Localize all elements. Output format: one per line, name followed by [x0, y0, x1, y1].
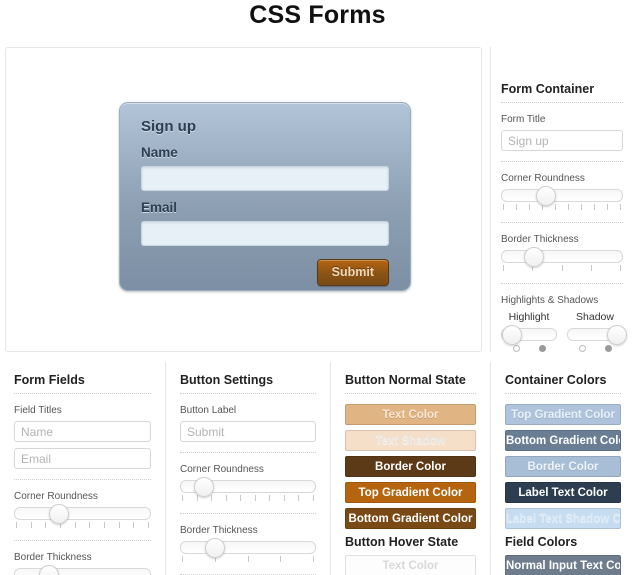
fields-border-thickness-label: Border Thickness	[14, 552, 92, 563]
swatch-button-text-shadow[interactable]: Text Shadow	[345, 430, 476, 451]
form-title-text: Sign up	[141, 118, 196, 135]
highlight-shadow-sliders: Highlight Shadow	[501, 311, 627, 358]
swatch-container-label-text-shadow-color[interactable]: Label Text Shadow Color	[505, 508, 621, 529]
highlights-shadows-label: Highlights & Shadows	[501, 295, 599, 306]
divider	[345, 393, 476, 394]
divider	[180, 452, 316, 453]
swatch-button-hover-text-color[interactable]: Text Color	[345, 555, 476, 575]
container-border-thickness-label: Border Thickness	[501, 234, 579, 245]
button-border-thickness-slider[interactable]	[180, 538, 316, 562]
button-label-input[interactable]	[180, 421, 316, 442]
highlight-label: Highlight	[508, 311, 550, 323]
container-corner-roundness-slider[interactable]	[501, 186, 623, 210]
form-label-name: Name	[141, 145, 178, 160]
form-preview-card: Sign up Name Email Submit	[5, 47, 482, 352]
field-titles-label: Field Titles	[14, 405, 62, 416]
slider-ticks	[501, 345, 557, 352]
divider	[501, 102, 623, 103]
container-corner-roundness-label: Corner Roundness	[501, 173, 585, 184]
field-title-email-input[interactable]	[14, 448, 151, 469]
button-hover-section-title: Button Hover State	[345, 535, 459, 549]
form-label-email: Email	[141, 200, 178, 215]
app-root: CSS Forms Sign up Name Email Submit Form…	[0, 0, 635, 575]
shadow-slider-group: Shadow	[567, 311, 627, 358]
form-title-input[interactable]	[501, 130, 623, 151]
slider-handle[interactable]	[48, 504, 69, 524]
divider	[14, 393, 151, 394]
form-fields-panel: Form Fields Field Titles Corner Roundnes…	[0, 362, 165, 575]
slider-track[interactable]	[180, 477, 316, 497]
swatch-container-label-text-color[interactable]: Label Text Color	[505, 482, 621, 503]
fields-corner-roundness-label: Corner Roundness	[14, 491, 98, 502]
slider-ticks	[501, 204, 623, 210]
fields-corner-roundness-slider[interactable]	[14, 504, 151, 528]
slider-ticks	[180, 556, 316, 562]
slider-track[interactable]	[501, 247, 623, 267]
top-region: Sign up Name Email Submit Form Container…	[0, 36, 635, 358]
button-border-thickness-label: Border Thickness	[180, 525, 258, 536]
form-submit-button[interactable]: Submit	[316, 259, 389, 286]
slider-track[interactable]	[501, 325, 557, 345]
divider	[501, 161, 623, 162]
container-colors-section-title: Container Colors	[505, 373, 607, 387]
swatch-container-top-gradient-color[interactable]: Top Gradient Color	[505, 404, 621, 425]
button-corner-roundness-slider[interactable]	[180, 477, 316, 501]
slider-track[interactable]	[14, 565, 151, 575]
page-title: CSS Forms	[249, 1, 386, 29]
divider	[14, 540, 151, 541]
button-label-field-label: Button Label	[180, 405, 237, 416]
slider-track[interactable]	[567, 325, 627, 345]
highlight-slider-group: Highlight	[501, 311, 557, 358]
slider-handle[interactable]	[205, 538, 226, 558]
divider	[501, 283, 623, 284]
swatch-button-bottom-gradient-color[interactable]: Bottom Gradient Color	[345, 508, 476, 529]
divider	[180, 393, 316, 394]
form-title-field-label: Form Title	[501, 114, 546, 125]
swatch-normal-input-text-color[interactable]: Normal Input Text Color	[505, 555, 621, 575]
fields-border-thickness-slider[interactable]	[14, 565, 151, 575]
form-container-section-title: Form Container	[501, 82, 595, 96]
swatch-button-text-color[interactable]: Text Color	[345, 404, 476, 425]
form-input-name[interactable]	[141, 166, 389, 191]
container-colors-panel: Container Colors Top Gradient Color Bott…	[490, 362, 635, 575]
shadow-label: Shadow	[576, 311, 614, 323]
slider-ticks	[501, 265, 623, 271]
bottom-region: Form Fields Field Titles Corner Roundnes…	[0, 362, 635, 575]
container-border-thickness-slider[interactable]	[501, 247, 623, 271]
button-settings-section-title: Button Settings	[180, 373, 274, 387]
form-button-row: Submit	[141, 259, 389, 286]
button-corner-roundness-label: Corner Roundness	[180, 464, 264, 475]
form-fields-section-title: Form Fields	[14, 373, 85, 387]
swatch-button-top-gradient-color[interactable]: Top Gradient Color	[345, 482, 476, 503]
divider	[14, 479, 151, 480]
slider-track[interactable]	[501, 186, 623, 206]
slider-ticks	[14, 522, 151, 528]
slider-handle[interactable]	[535, 186, 556, 206]
swatch-container-border-color[interactable]: Border Color	[505, 456, 621, 477]
swatch-button-border-color[interactable]: Border Color	[345, 456, 476, 477]
slider-track[interactable]	[14, 504, 151, 524]
button-normal-state-panel: Button Normal State Text Color Text Shad…	[330, 362, 490, 575]
button-settings-panel: Button Settings Button Label Corner Roun…	[165, 362, 330, 575]
slider-ticks	[567, 345, 623, 352]
form-container-panel: Form Container Form Title Corner Roundne…	[490, 47, 635, 352]
slider-handle[interactable]	[194, 477, 215, 497]
divider	[505, 393, 621, 394]
form-input-email[interactable]	[141, 221, 389, 246]
slider-handle[interactable]	[39, 565, 60, 575]
slider-handle[interactable]	[502, 325, 522, 345]
shadow-slider[interactable]	[567, 325, 627, 352]
generated-signup-form: Sign up Name Email Submit	[119, 102, 411, 291]
slider-handle[interactable]	[606, 325, 627, 345]
field-title-name-input[interactable]	[14, 421, 151, 442]
swatch-container-bottom-gradient-color[interactable]: Bottom Gradient Color	[505, 430, 621, 451]
slider-handle[interactable]	[523, 247, 544, 267]
field-colors-section-title: Field Colors	[505, 535, 578, 549]
highlight-slider[interactable]	[501, 325, 557, 352]
slider-track[interactable]	[180, 538, 316, 558]
divider	[180, 513, 316, 514]
button-normal-section-title: Button Normal State	[345, 373, 466, 387]
divider	[501, 222, 623, 223]
